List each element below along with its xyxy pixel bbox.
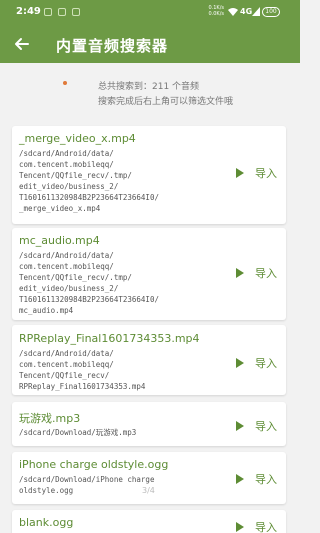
summary-count: 总共搜索到：211 个音频 <box>98 82 200 92</box>
back-arrow-icon[interactable] <box>12 34 32 54</box>
play-icon <box>236 522 244 532</box>
play-icon <box>236 168 244 178</box>
play-icon <box>236 358 244 368</box>
file-card[interactable]: _merge_video_x.mp4 /sdcard/Android/data/… <box>12 126 286 224</box>
import-button[interactable]: 导入 <box>235 417 283 435</box>
file-card[interactable]: iPhone charge oldstyle.ogg /sdcard/Downl… <box>12 452 286 504</box>
import-button[interactable]: 导入 <box>235 264 283 282</box>
status-time: 2:49 <box>16 6 41 17</box>
status-bar: 2:49 0.1K/s 0.0K/s 4G 100 <box>0 0 300 25</box>
info-dot-icon <box>63 81 67 85</box>
import-label: 导入 <box>255 167 277 180</box>
file-path: /sdcard/Download/iPhone charge oldstyle.… <box>19 475 155 495</box>
import-label: 导入 <box>255 267 277 280</box>
summary-hint: 搜索完成后右上角可以筛选文件哦 <box>98 97 234 107</box>
import-button[interactable]: 导入 <box>235 518 283 533</box>
page-indicator: 3/4 <box>142 486 155 495</box>
network-type: 4G <box>240 7 253 16</box>
import-button[interactable]: 导入 <box>235 164 283 182</box>
file-path: /sdcard/Android/data/ com.tencent.mobile… <box>19 149 159 213</box>
file-name: 玩游戏.mp3 <box>19 412 81 425</box>
signal-icon <box>252 7 260 16</box>
import-label: 导入 <box>255 420 277 433</box>
play-icon <box>236 474 244 484</box>
import-label: 导入 <box>255 357 277 370</box>
battery-icon: 100 <box>262 7 280 17</box>
notification-icon <box>58 8 66 16</box>
file-path: /sdcard/Android/data/ com.tencent.mobile… <box>19 349 146 391</box>
file-name: _merge_video_x.mp4 <box>19 132 136 145</box>
search-summary: 总共搜索到：211 个音频 搜索完成后右上角可以筛选文件哦 <box>98 80 233 110</box>
page-title: 内置音频搜索器 <box>56 37 169 55</box>
file-path: /sdcard/Download/玩游戏.mp3 <box>19 428 137 437</box>
file-name: mc_audio.mp4 <box>19 234 100 247</box>
import-button[interactable]: 导入 <box>235 354 283 372</box>
file-card[interactable]: 玩游戏.mp3 /sdcard/Download/玩游戏.mp3 导入 <box>12 402 286 446</box>
app-bar: 内置音频搜索器 <box>0 25 300 63</box>
import-button[interactable]: 导入 <box>235 470 283 488</box>
import-label: 导入 <box>255 473 277 486</box>
file-card[interactable]: blank.ogg 导入 <box>12 510 286 533</box>
wifi-icon <box>228 8 238 16</box>
file-name: iPhone charge oldstyle.ogg <box>19 458 169 471</box>
notification-icon <box>72 8 80 16</box>
file-card[interactable]: RPReplay_Final1601734353.mp4 /sdcard/And… <box>12 325 286 395</box>
file-path: /sdcard/Android/data/ com.tencent.mobile… <box>19 251 159 315</box>
network-speed: 0.1K/s 0.0K/s <box>204 5 224 17</box>
file-name: blank.ogg <box>19 516 74 529</box>
file-name: RPReplay_Final1601734353.mp4 <box>19 332 200 345</box>
import-label: 导入 <box>255 521 277 533</box>
notification-icon <box>44 8 52 16</box>
net-down-speed: 0.0K/s <box>208 11 224 17</box>
file-card[interactable]: mc_audio.mp4 /sdcard/Android/data/ com.t… <box>12 228 286 320</box>
play-icon <box>236 421 244 431</box>
play-icon <box>236 268 244 278</box>
